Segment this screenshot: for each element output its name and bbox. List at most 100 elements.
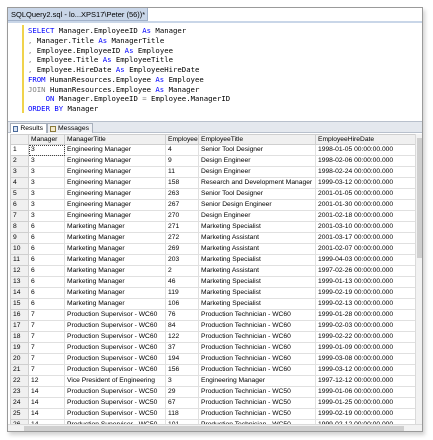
table-cell[interactable]: 1999-02-22 00:00:00.000 [315,331,417,343]
table-cell[interactable]: 119 [165,287,199,299]
row-number[interactable]: 9 [10,232,29,244]
table-cell[interactable]: 1997-02-26 00:00:00.000 [315,265,417,277]
table-cell[interactable]: Research and Development Manager [198,177,316,189]
table-cell[interactable]: 76 [165,309,199,321]
table-cell[interactable]: Production Supervisor - WC60 [64,353,166,365]
table-cell[interactable]: 1997-12-12 00:00:00.000 [315,375,417,387]
code-line[interactable]: SELECT Manager.EmployeeID As Manager [28,26,230,36]
table-cell[interactable]: Marketing Manager [64,298,166,310]
table-cell[interactable]: Production Supervisor - WC50 [64,397,166,409]
table-cell[interactable]: Marketing Manager [64,254,166,266]
table-cell[interactable]: Marketing Assistant [198,265,316,277]
table-row[interactable]: 23 14 Production Supervisor - WC50 29 Produc… [10,386,417,398]
table-cell[interactable]: 2001-01-30 00:00:00.000 [315,199,417,211]
table-cell[interactable]: 7 [28,320,65,332]
table-row[interactable]: 10 6 Marketing Manager 269 Marketing Assista… [10,243,417,255]
table-cell[interactable]: 6 [28,243,65,255]
table-cell[interactable]: 6 [28,287,65,299]
table-cell[interactable]: 2001-03-10 00:00:00.000 [315,221,417,233]
table-cell[interactable]: Production Supervisor - WC50 [64,386,166,398]
table-cell[interactable]: 46 [165,276,199,288]
table-row[interactable]: 11 6 Marketing Manager 203 Marketing Special… [10,254,417,266]
table-row[interactable]: 15 6 Marketing Manager 106 Marketing Special… [10,298,417,310]
results-grid[interactable]: Manager ManagerTitle Employee EmployeeTi… [10,134,417,431]
scrollbar-thumb[interactable] [417,138,422,258]
column-header[interactable]: Manager [28,134,65,145]
table-cell[interactable]: 6 [28,221,65,233]
table-row[interactable]: 8 6 Marketing Manager 271 Marketing Speciali… [10,221,417,233]
table-row[interactable]: 19 7 Production Supervisor - WC60 37 Product… [10,342,417,354]
document-tab[interactable]: SQLQuery2.sql - lo...XPS17\Peter (56))* [8,8,148,21]
table-cell[interactable]: 156 [165,364,199,376]
table-cell[interactable]: 158 [165,177,199,189]
table-cell[interactable]: 3 [165,375,199,387]
table-cell[interactable]: 272 [165,232,199,244]
table-cell[interactable]: Marketing Specialist [198,221,316,233]
table-row[interactable]: 9 6 Marketing Manager 272 Marketing Assistan… [10,232,417,244]
grid-horizontal-scrollbar[interactable] [8,424,422,431]
table-cell[interactable]: Marketing Manager [64,221,166,233]
table-cell[interactable]: 67 [165,397,199,409]
sql-code[interactable]: SELECT Manager.EmployeeID As Manager, Ma… [28,26,230,114]
table-cell[interactable]: 7 [28,331,65,343]
row-number[interactable]: 6 [10,199,29,211]
table-cell[interactable]: Production Technician - WC60 [198,364,316,376]
row-number[interactable]: 14 [10,287,29,299]
column-header[interactable]: EmployeeHireDate [315,134,417,145]
table-cell[interactable]: 4 [165,144,199,156]
tab-results[interactable]: Results [10,123,47,133]
table-cell[interactable]: 1999-01-28 00:00:00.000 [315,309,417,321]
table-cell[interactable]: Production Technician - WC60 [198,309,316,321]
table-row[interactable]: 21 7 Production Supervisor - WC60 156 Produc… [10,364,417,376]
table-row[interactable]: 12 6 Marketing Manager 2 Marketing Assistant… [10,265,417,277]
table-cell[interactable]: Marketing Specialist [198,254,316,266]
table-cell[interactable]: Engineering Manager [64,188,166,200]
table-cell[interactable]: 1999-01-25 00:00:00.000 [315,397,417,409]
table-cell[interactable]: 7 [28,353,65,365]
table-cell[interactable]: Design Engineer [198,210,316,222]
table-cell[interactable]: 14 [28,397,65,409]
table-row[interactable]: 16 7 Production Supervisor - WC60 76 Product… [10,309,417,321]
table-cell[interactable]: 3 [28,177,65,189]
table-cell[interactable]: 1999-02-19 00:00:00.000 [315,287,417,299]
row-number[interactable]: 25 [10,408,29,420]
row-number[interactable]: 15 [10,298,29,310]
table-cell[interactable]: 6 [28,232,65,244]
row-number[interactable]: 12 [10,265,29,277]
table-cell[interactable]: 106 [165,298,199,310]
table-cell[interactable]: Senior Tool Designer [198,188,316,200]
table-cell[interactable]: 9 [165,155,199,167]
row-number[interactable]: 19 [10,342,29,354]
table-cell[interactable]: 6 [28,298,65,310]
row-number[interactable]: 16 [10,309,29,321]
table-cell[interactable]: Production Technician - WC60 [198,320,316,332]
table-cell[interactable]: 6 [28,254,65,266]
table-cell[interactable]: Marketing Specialist [198,276,316,288]
table-cell[interactable]: 3 [28,199,65,211]
table-cell[interactable]: 1999-02-19 00:00:00.000 [315,408,417,420]
table-cell[interactable]: 7 [28,364,65,376]
table-cell[interactable]: 267 [165,199,199,211]
table-cell[interactable]: Engineering Manager [64,155,166,167]
table-cell[interactable]: 3 [28,210,65,222]
table-row[interactable]: 4 3 Engineering Manager 158 Research and Dev… [10,177,417,189]
table-cell[interactable]: 3 [28,144,65,156]
table-row[interactable]: 22 12 Vice President of Engineering 3 Engine… [10,375,417,387]
grid-vertical-scrollbar[interactable] [415,134,422,425]
row-number[interactable]: 13 [10,276,29,288]
table-cell[interactable]: Senior Design Engineer [198,199,316,211]
code-line[interactable]: , Employee.Title As EmployeeTitle [28,55,230,65]
table-cell[interactable]: 6 [28,276,65,288]
table-cell[interactable]: 1998-02-06 00:00:00.000 [315,155,417,167]
tab-messages[interactable]: Messages [47,123,93,133]
table-cell[interactable]: Marketing Manager [64,276,166,288]
row-number[interactable]: 1 [10,144,29,156]
table-cell[interactable]: 1999-02-03 00:00:00.000 [315,320,417,332]
row-number[interactable]: 20 [10,353,29,365]
table-cell[interactable]: Production Technician - WC60 [198,353,316,365]
table-cell[interactable]: 1999-03-08 00:00:00.000 [315,353,417,365]
table-cell[interactable]: 2001-01-05 00:00:00.000 [315,188,417,200]
table-row[interactable]: 2 3 Engineering Manager 9 Design Engineer 199… [10,155,417,167]
table-cell[interactable]: 11 [165,166,199,178]
table-cell[interactable]: 118 [165,408,199,420]
